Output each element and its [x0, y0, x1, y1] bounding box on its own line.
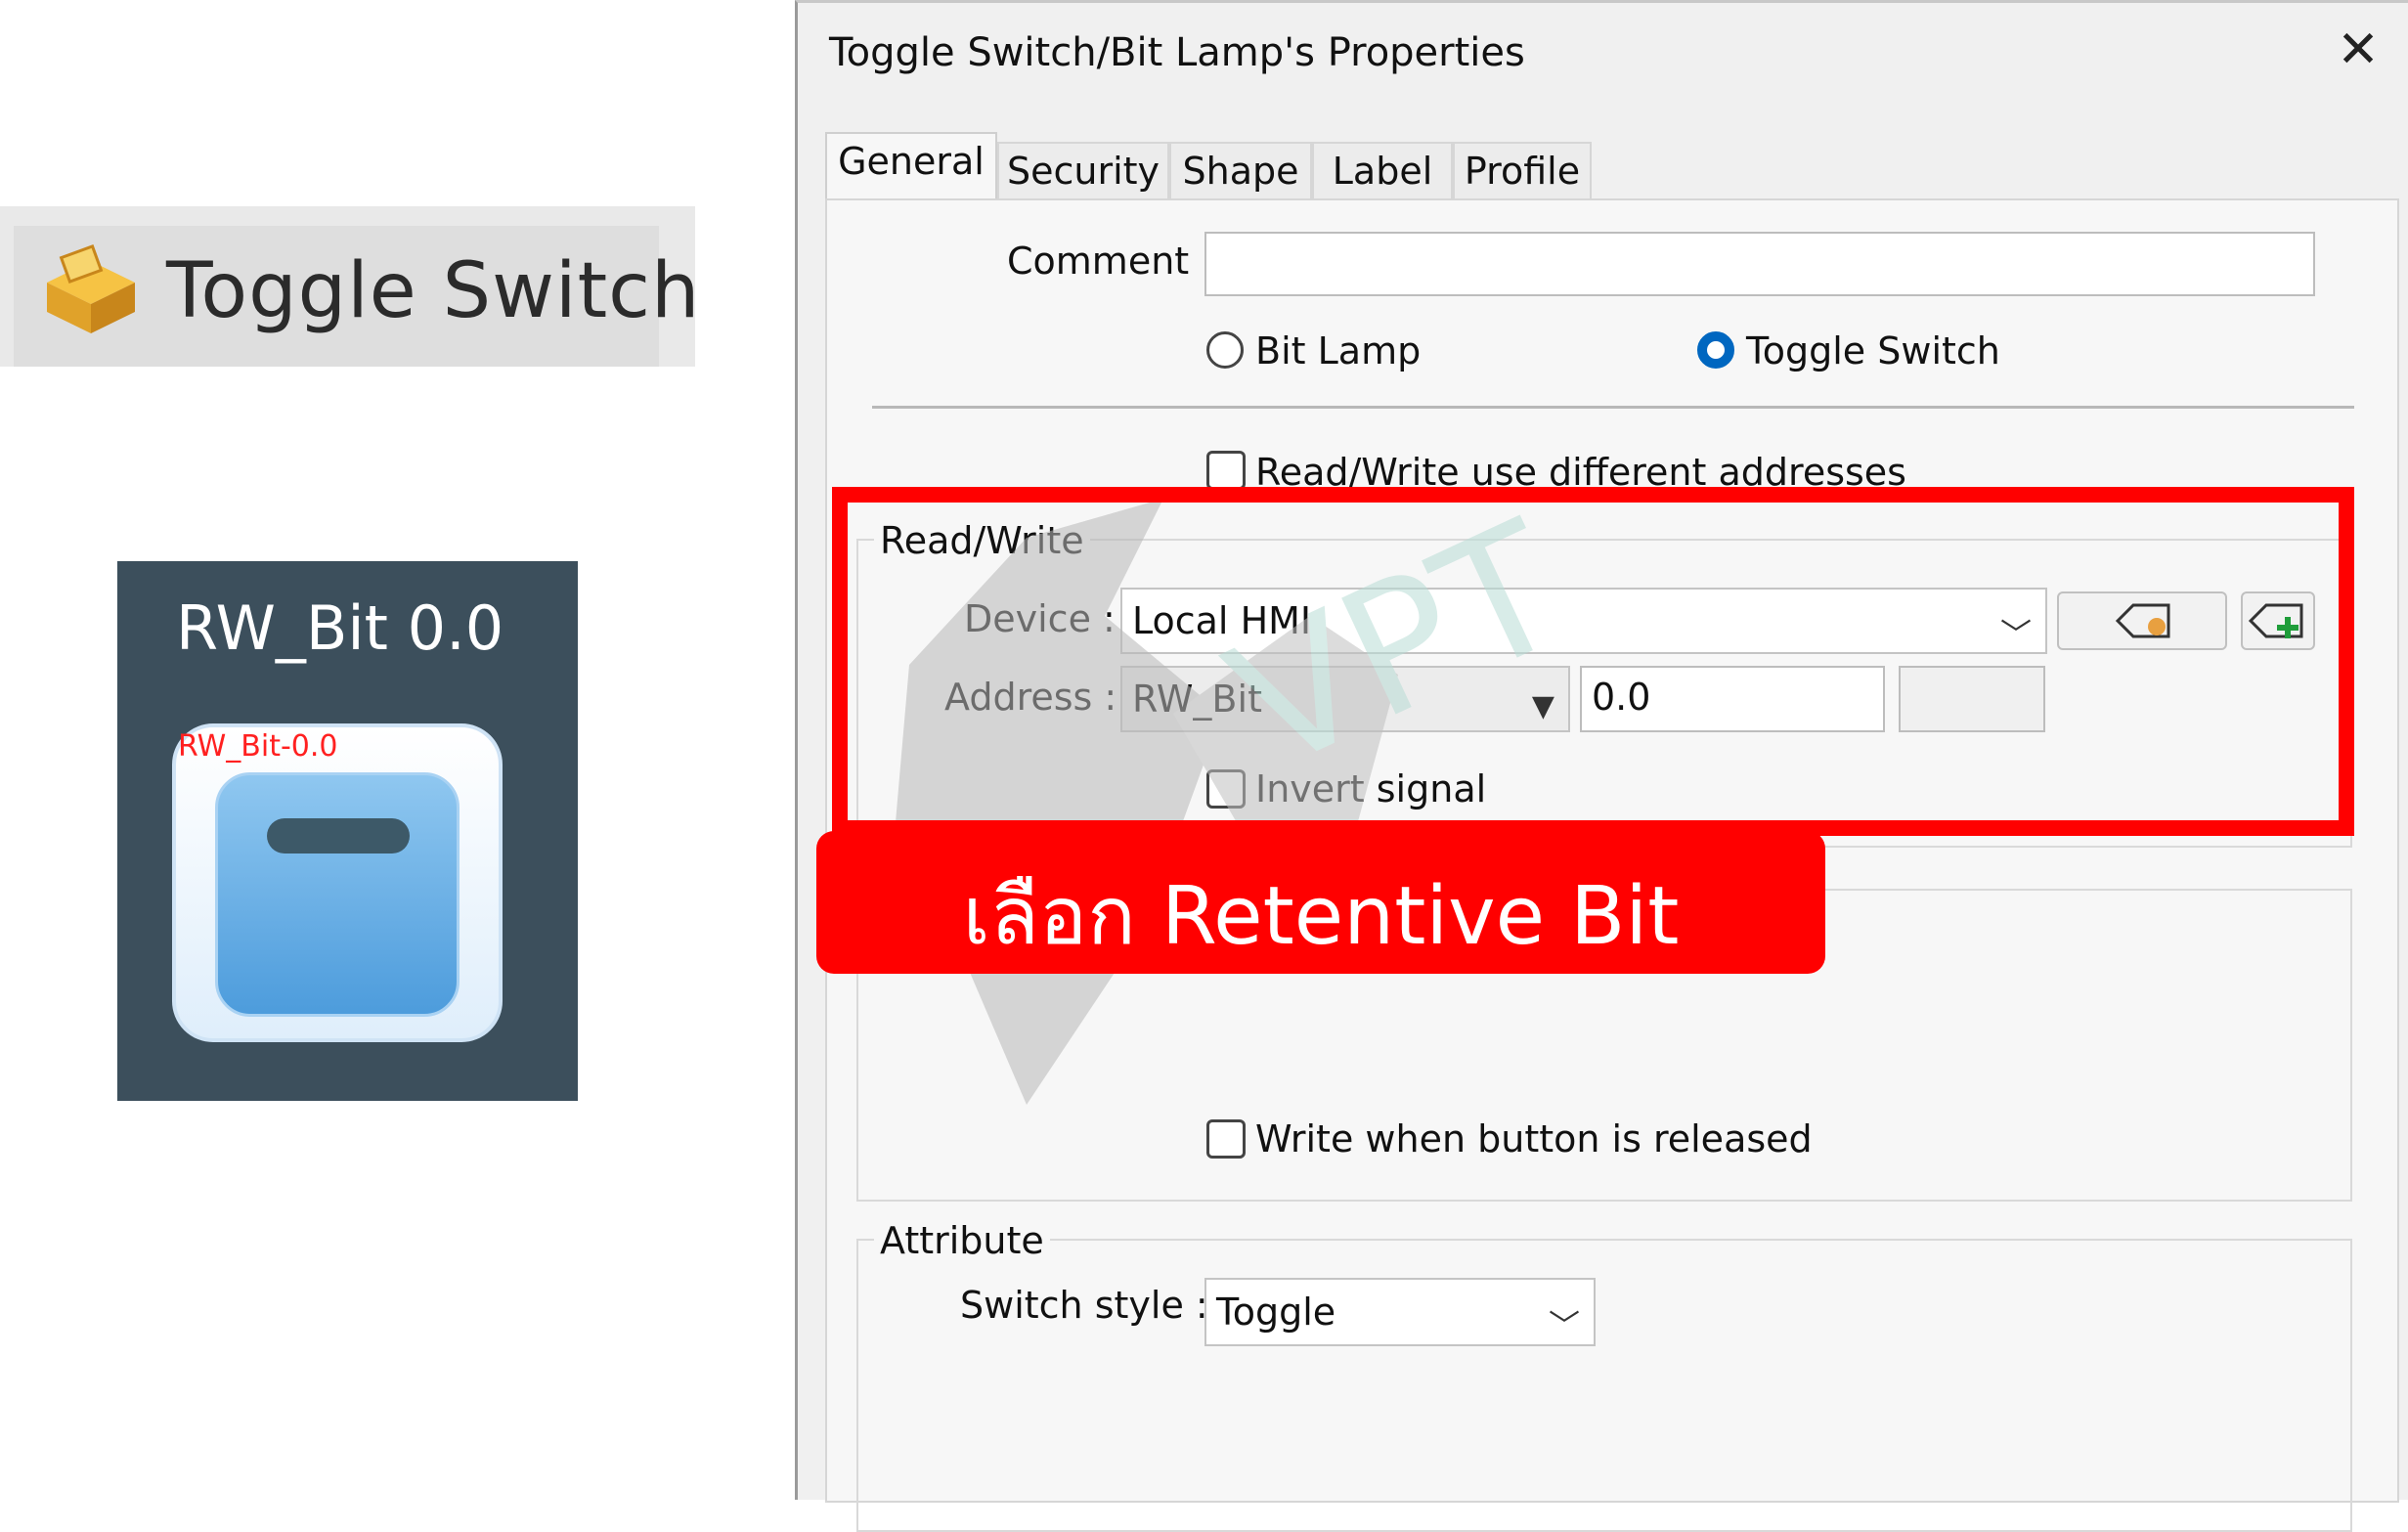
tab-security[interactable]: Security — [997, 142, 1169, 198]
separator — [872, 406, 2354, 409]
chevron-down-icon: ﹀ — [1548, 1307, 1580, 1344]
bit-lamp-label: Bit Lamp — [1255, 329, 1422, 372]
switch-slot — [267, 818, 410, 854]
preview-address-tag: RW_Bit-0.0 — [178, 729, 338, 764]
annotation-banner: เลือก Retentive Bit — [816, 831, 1825, 974]
write-when-released-checkbox[interactable] — [1206, 1119, 1246, 1159]
toolbar-toggle-switch-item[interactable]: Toggle Switch — [0, 206, 699, 367]
tab-profile[interactable]: Profile — [1453, 142, 1592, 198]
tab-general[interactable]: General — [825, 132, 997, 200]
switch-button[interactable] — [215, 772, 460, 1017]
tab-shape[interactable]: Shape — [1169, 142, 1312, 198]
attribute-group-title: Attribute — [874, 1219, 1050, 1262]
write-when-released-label: Write when button is released — [1255, 1117, 1813, 1160]
switch-style-value: Toggle — [1216, 1291, 1336, 1334]
attribute-group — [856, 1239, 2352, 1532]
switch-style-label: Switch style : — [960, 1284, 1208, 1327]
bit-lamp-radio[interactable] — [1206, 331, 1244, 369]
switch-frame[interactable] — [172, 723, 503, 1042]
toolbar-item-label: Toggle Switch — [166, 247, 701, 335]
preview-title: RW_Bit 0.0 — [176, 592, 504, 664]
switch-style-select[interactable]: Toggle ﹀ — [1204, 1278, 1596, 1346]
close-icon[interactable]: ✕ — [2329, 21, 2387, 79]
toggle-switch-radio[interactable] — [1697, 331, 1734, 369]
toggle-switch-label: Toggle Switch — [1746, 329, 2000, 372]
dialog-title: Toggle Switch/Bit Lamp's Properties — [829, 30, 1525, 75]
comment-input[interactable] — [1204, 232, 2315, 296]
toggle-switch-preview: RW_Bit 0.0 RW_Bit-0.0 — [117, 561, 578, 1101]
annotation-banner-text: เลือก Retentive Bit — [962, 870, 1680, 963]
rw-different-checkbox[interactable] — [1206, 451, 1246, 490]
comment-label: Comment : — [1007, 240, 1214, 283]
tab-bar: General Security Shape Label Profile — [825, 132, 1803, 200]
toggle-switch-icon — [47, 244, 135, 333]
highlight-box — [832, 487, 2354, 836]
tab-label[interactable]: Label — [1312, 142, 1453, 198]
